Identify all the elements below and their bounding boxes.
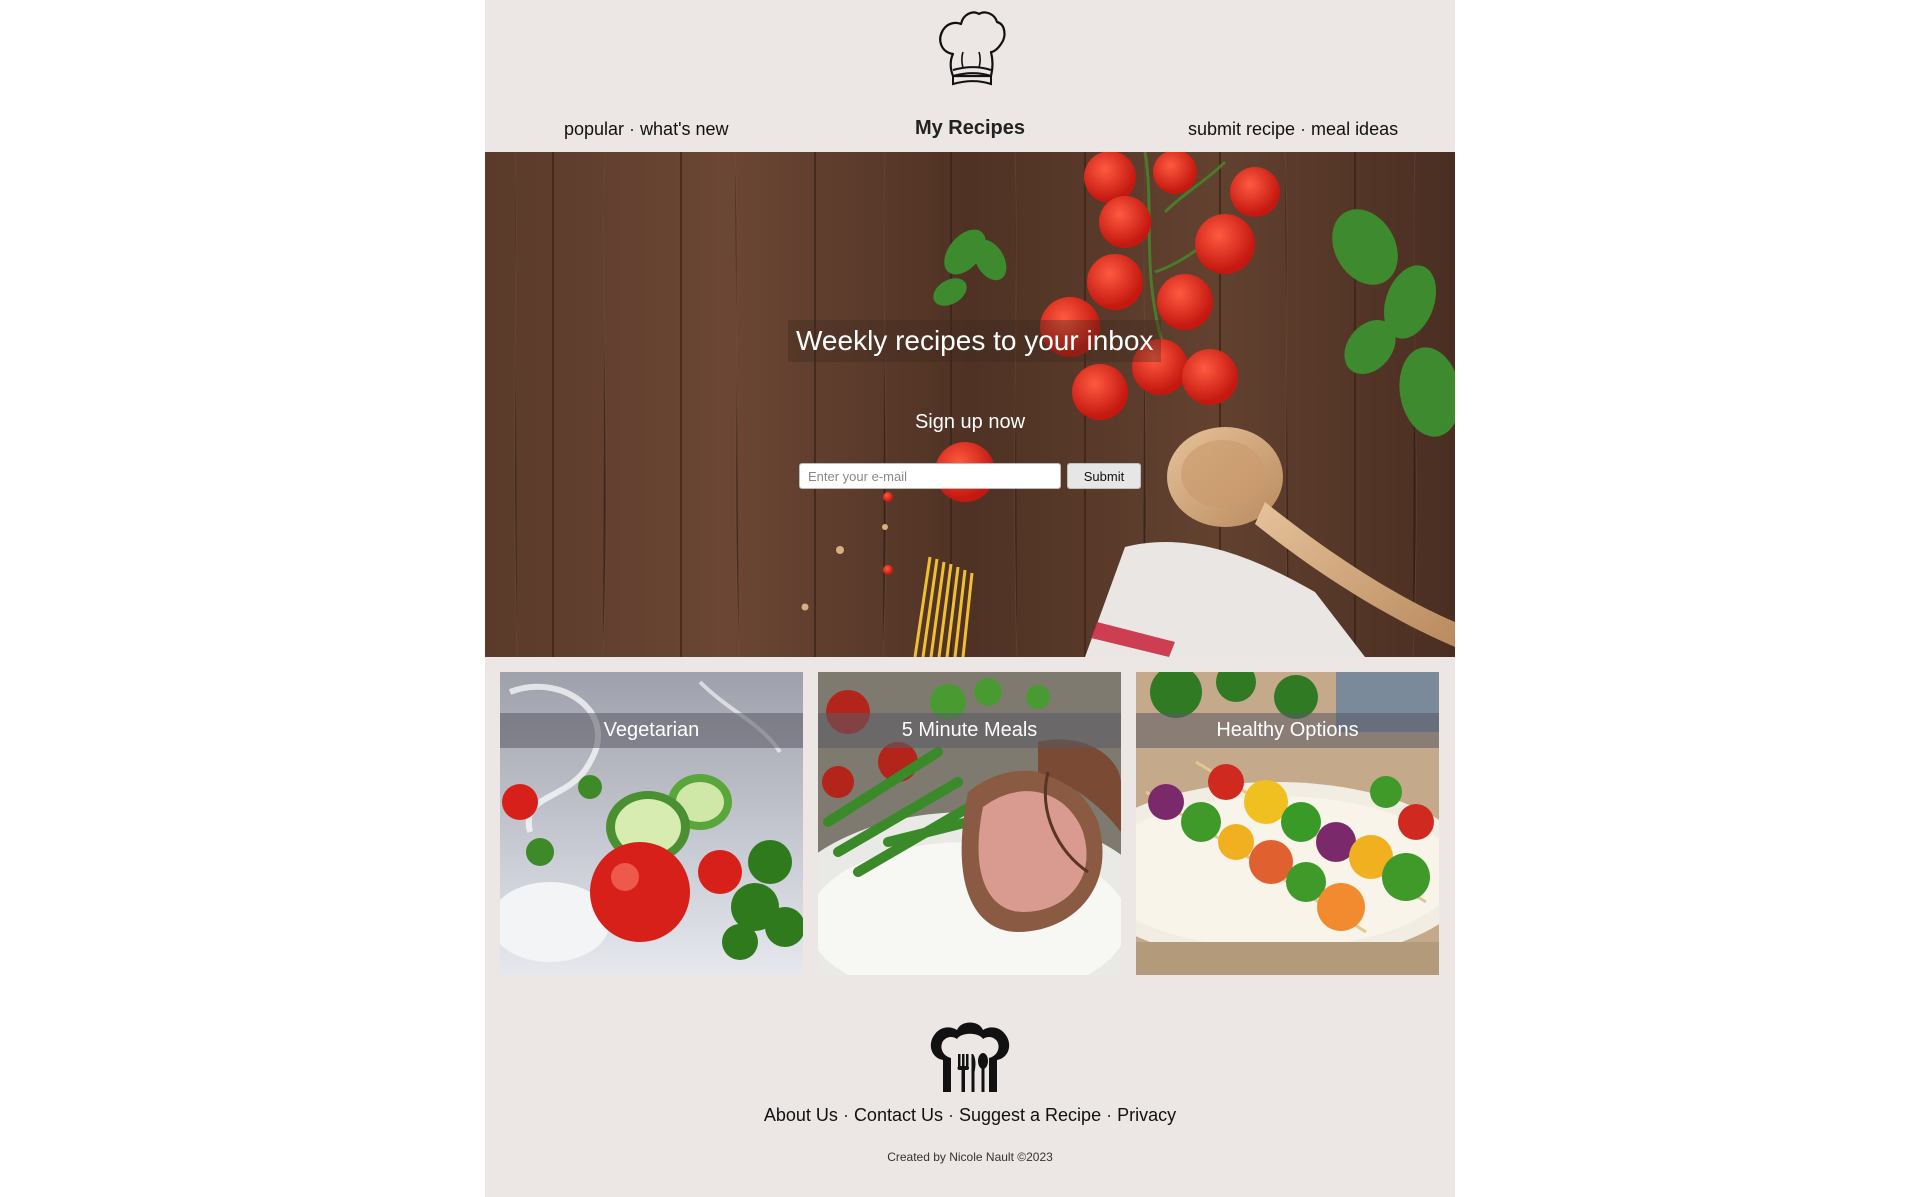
chef-hat-utensils-icon[interactable] [929,1014,1011,1096]
submit-button[interactable]: Submit [1067,463,1141,489]
footer-separator: · [842,1105,849,1125]
footer-separator: · [947,1105,954,1125]
nav-right: submit recipe · meal ideas [1188,119,1398,140]
category-label: 5 Minute Meals [818,713,1121,748]
nav-separator: · [629,119,636,139]
hero-banner: Weekly recipes to your inbox Sign up now… [485,152,1455,657]
hero-heading: Weekly recipes to your inbox [788,320,1162,362]
category-cards: Vegetarian 5 Minute Meals Healthy Option… [500,672,1440,975]
hero-subheading: Sign up now [914,411,1026,433]
category-label: Healthy Options [1136,713,1439,748]
footer-credit: Created by Nicole Nault ©2023 [887,1150,1053,1164]
category-label: Vegetarian [500,713,803,748]
footer-links: About Us · Contact Us · Suggest a Recipe · Pri… [485,1105,1455,1126]
footer-link-privacy[interactable]: Privacy [1117,1105,1176,1125]
footer-separator: · [1106,1105,1113,1125]
email-input[interactable] [799,463,1061,489]
footer-link-about-us[interactable]: About Us [764,1105,838,1125]
site-header: popular · what's new My Recipes submit rec… [485,0,1455,152]
site-title[interactable]: My Recipes [915,117,1025,139]
nav-link-meal-ideas[interactable]: meal ideas [1311,119,1398,139]
nav-link-submit-recipe[interactable]: submit recipe [1188,119,1295,139]
category-card-vegetarian[interactable]: Vegetarian [500,672,803,975]
category-card-5-minute-meals[interactable]: 5 Minute Meals [818,672,1121,975]
nav-separator: · [1300,119,1307,139]
footer-link-contact-us[interactable]: Contact Us [854,1105,943,1125]
footer-credit-wrap: Created by Nicole Nault ©2023 [485,1150,1455,1164]
hero-background-image [485,152,1455,657]
nav-link-popular[interactable]: popular [564,119,624,139]
nav-left: popular · what's new [564,119,729,140]
chef-hat-icon[interactable] [935,6,1007,90]
footer-link-suggest-a-recipe[interactable]: Suggest a Recipe [959,1105,1101,1125]
nav-link-whats-new[interactable]: what's new [640,119,728,139]
category-card-healthy-options[interactable]: Healthy Options [1136,672,1439,975]
page-container: popular · what's new My Recipes submit rec… [485,0,1455,1197]
